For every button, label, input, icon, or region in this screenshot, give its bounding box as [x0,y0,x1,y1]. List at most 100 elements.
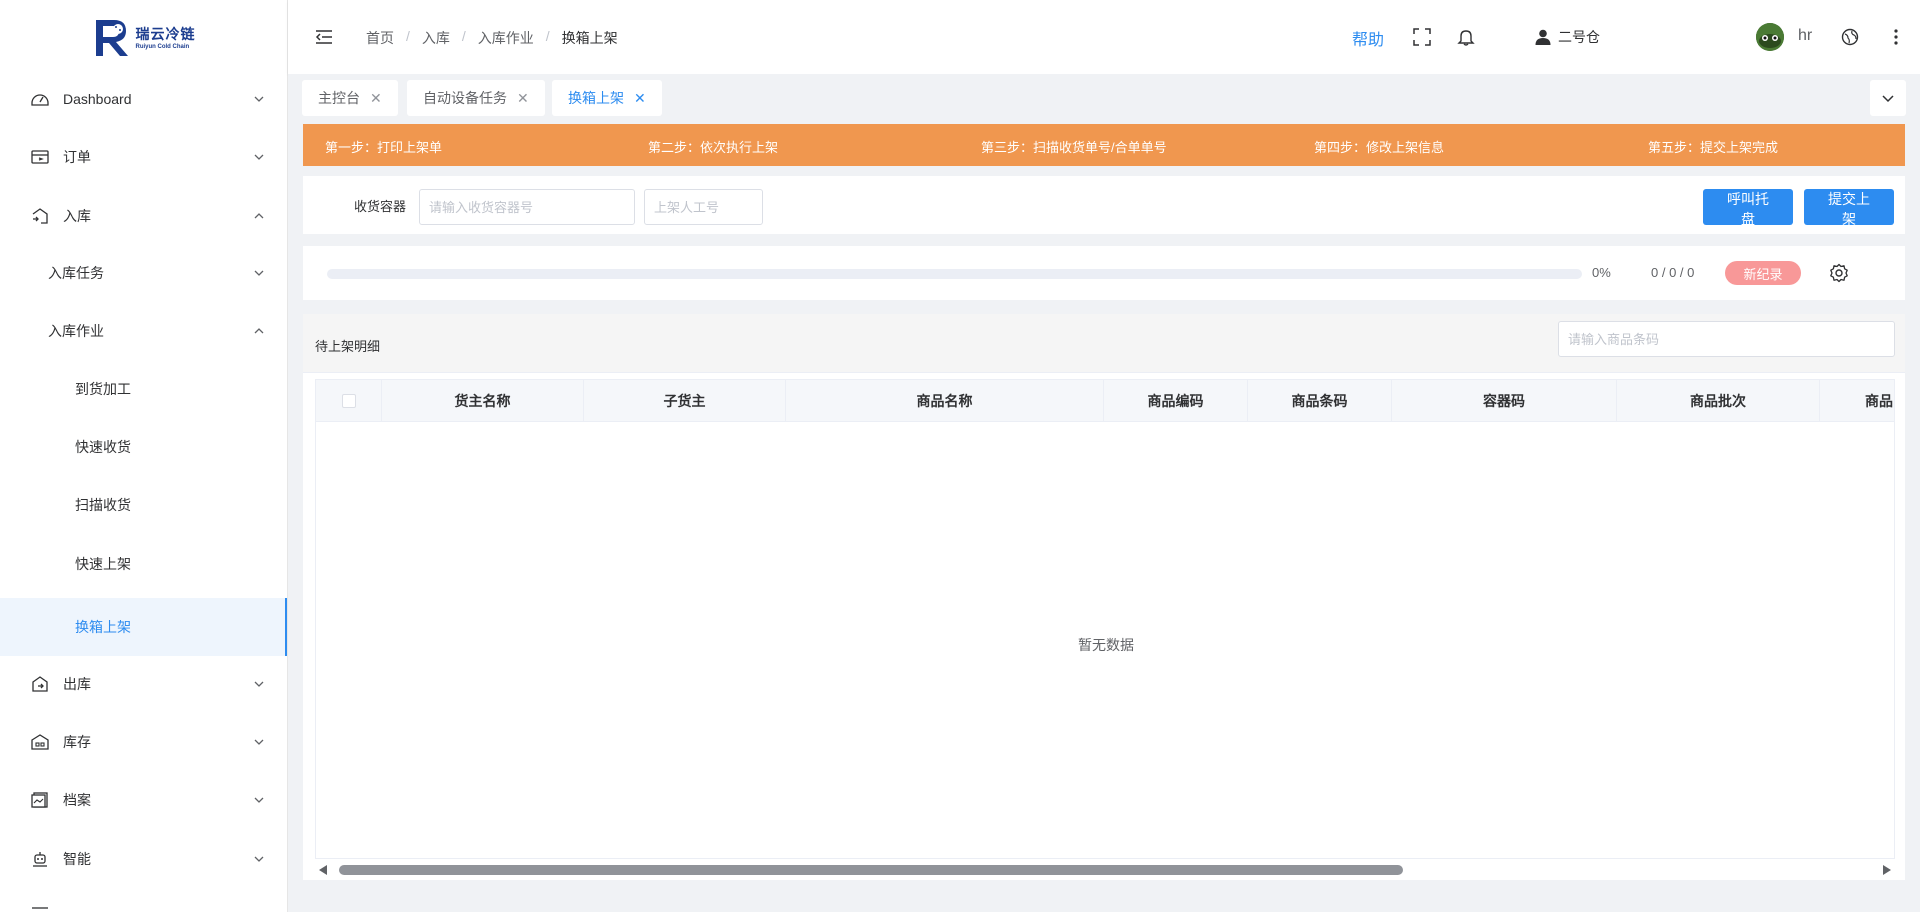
close-icon[interactable]: ✕ [517,90,529,107]
bell-icon[interactable] [1456,27,1476,47]
sidebar-item-quick-putaway[interactable]: 快速上架 [0,535,287,593]
chevron-down-icon [254,797,264,803]
sidebar-item-label: 订单 [63,149,91,165]
sidebar-item-quick-receive[interactable]: 快速收货 [0,418,287,476]
menu-fold-icon[interactable] [314,27,334,47]
product-barcode-search-input[interactable] [1558,321,1895,357]
warehouse-selector[interactable]: 二号仓 [1534,27,1600,47]
sidebar-item-orders[interactable]: 订单 [0,128,287,186]
chevron-down-icon [254,270,264,276]
tab-dashboard[interactable]: 主控台 ✕ [302,80,398,116]
new-record-badge[interactable]: 新纪录 [1725,261,1801,285]
fullscreen-icon[interactable] [1412,27,1432,47]
tab-box-change-putaway[interactable]: 换箱上架 ✕ [552,80,662,116]
sidebar-item-arrival-processing[interactable]: 到货加工 [0,360,287,418]
putaway-worker-input[interactable] [644,189,763,225]
column-header-product-more[interactable]: 商品 [1820,380,1894,422]
user-icon [1535,29,1551,45]
step-2: 第二步：依次执行上架 [648,140,779,155]
logo[interactable]: 瑞云冷链 Ruiyun Cold Chain [0,0,287,74]
logo-inner: 瑞云冷链 Ruiyun Cold Chain [92,16,196,58]
column-header-container-code[interactable]: 容器码 [1392,380,1617,422]
tab-label: 自动设备任务 [423,90,507,106]
scroll-left-icon[interactable] [319,865,327,875]
receive-container-input[interactable] [419,189,635,225]
sidebar-item-smart[interactable]: 智能 [0,830,287,888]
sidebar-item-box-change-putaway[interactable]: 换箱上架 [0,598,287,656]
globe-icon[interactable] [1840,27,1860,47]
progress-count: 0 / 0 / 0 [1651,265,1695,280]
close-icon[interactable]: ✕ [634,90,646,107]
warehouse-name: 二号仓 [1558,29,1600,45]
pending-putaway-panel: 待上架明细 货主名称 子货主 商品名称 商品编码 商品条码 容器码 商品批次 商… [303,314,1905,880]
receive-container-label: 收货容器 [354,199,407,214]
sidebar-item-scan-receive[interactable]: 扫描收货 [0,476,287,534]
chevron-up-icon [254,213,264,219]
column-header-owner-name[interactable]: 货主名称 [382,380,584,422]
breadcrumb-current: 换箱上架 [561,30,618,46]
step-5: 第五步：提交上架完成 [1648,140,1779,155]
panel-title: 待上架明细 [315,339,381,354]
sidebar-item-inbound-operations[interactable]: 入库作业 [0,302,287,360]
sidebar-item-inventory[interactable]: 库存 [0,713,287,771]
horizontal-scrollbar[interactable] [315,862,1895,876]
step-3: 第三步：扫描收货单号/合单单号 [981,140,1167,155]
scrollbar-thumb[interactable] [339,865,1403,875]
chevron-down-icon [1882,95,1894,103]
username[interactable]: hr [1798,27,1812,45]
tabs-dropdown-button[interactable] [1870,80,1906,116]
gear-icon[interactable] [1829,263,1849,283]
breadcrumb: 首页 / 入库 / 入库作业 / 换箱上架 [366,28,618,48]
breadcrumb-separator: / [545,28,550,44]
sidebar-item-label: 入库任务 [48,265,104,281]
brand-name-en: Ruiyun Cold Chain [135,44,190,50]
breadcrumb-home[interactable]: 首页 [366,28,394,48]
select-all-cell [316,380,382,422]
chevron-up-icon [254,328,264,334]
progress-section: 0% 0 / 0 / 0 新纪录 [303,246,1905,300]
help-link[interactable]: 帮助 [1352,26,1384,50]
more-menu-icon [32,907,48,909]
sidebar-item-dashboard[interactable]: Dashboard [0,70,287,128]
breadcrumb-inbound[interactable]: 入库 [422,28,450,48]
column-header-product-name[interactable]: 商品名称 [786,380,1104,422]
progress-percent: 0% [1592,265,1611,280]
archive-icon [31,792,48,808]
select-all-checkbox[interactable] [341,394,356,408]
logo-text: 瑞云冷链 Ruiyun Cold Chain [136,24,196,50]
tab-label: 主控台 [318,90,360,106]
step-1: 第一步：打印上架单 [325,140,443,155]
submit-putaway-button[interactable]: 提交上架 [1804,189,1894,227]
breadcrumb-separator: / [406,28,410,44]
sidebar-item-label: 入库作业 [48,323,104,339]
avatar[interactable] [1756,23,1784,51]
column-header-product-code[interactable]: 商品编码 [1104,380,1248,422]
sidebar-item-label: 智能 [63,851,91,867]
tab-auto-device-tasks[interactable]: 自动设备任务 ✕ [407,80,545,116]
call-pallet-button[interactable]: 呼叫托盘 [1703,189,1793,227]
more-vertical-icon[interactable] [1886,27,1906,47]
breadcrumb-inbound-operations[interactable]: 入库作业 [478,28,534,48]
sidebar-item-label: 到货加工 [75,381,131,397]
column-header-product-barcode[interactable]: 商品条码 [1248,380,1392,422]
column-header-sub-owner[interactable]: 子货主 [584,380,786,422]
sidebar-item-label: 档案 [63,792,91,808]
sidebar-item-label: 扫描收货 [75,497,131,513]
close-icon[interactable]: ✕ [370,90,382,107]
avatar-image-icon [1756,23,1784,51]
sidebar-item-inbound-tasks[interactable]: 入库任务 [0,244,287,302]
sidebar-item-label: 入库 [63,208,91,224]
sidebar-item-label: 换箱上架 [75,619,131,635]
scroll-right-icon[interactable] [1883,865,1891,875]
tab-label: 换箱上架 [568,90,624,106]
chevron-down-icon [254,96,264,102]
putaway-table: 货主名称 子货主 商品名称 商品编码 商品条码 容器码 商品批次 商品 暂无数据 [315,379,1895,859]
sidebar-item-archive[interactable]: 档案 [0,771,287,829]
order-icon [31,150,49,164]
column-header-product-batch[interactable]: 商品批次 [1617,380,1820,422]
sidebar-item-outbound[interactable]: 出库 [0,655,287,713]
sidebar-item-inbound[interactable]: 入库 [0,187,287,245]
inventory-icon [31,734,49,750]
outbound-icon [32,676,48,692]
sidebar: 瑞云冷链 Ruiyun Cold Chain Dashboard 订单 入库 入… [0,0,288,912]
